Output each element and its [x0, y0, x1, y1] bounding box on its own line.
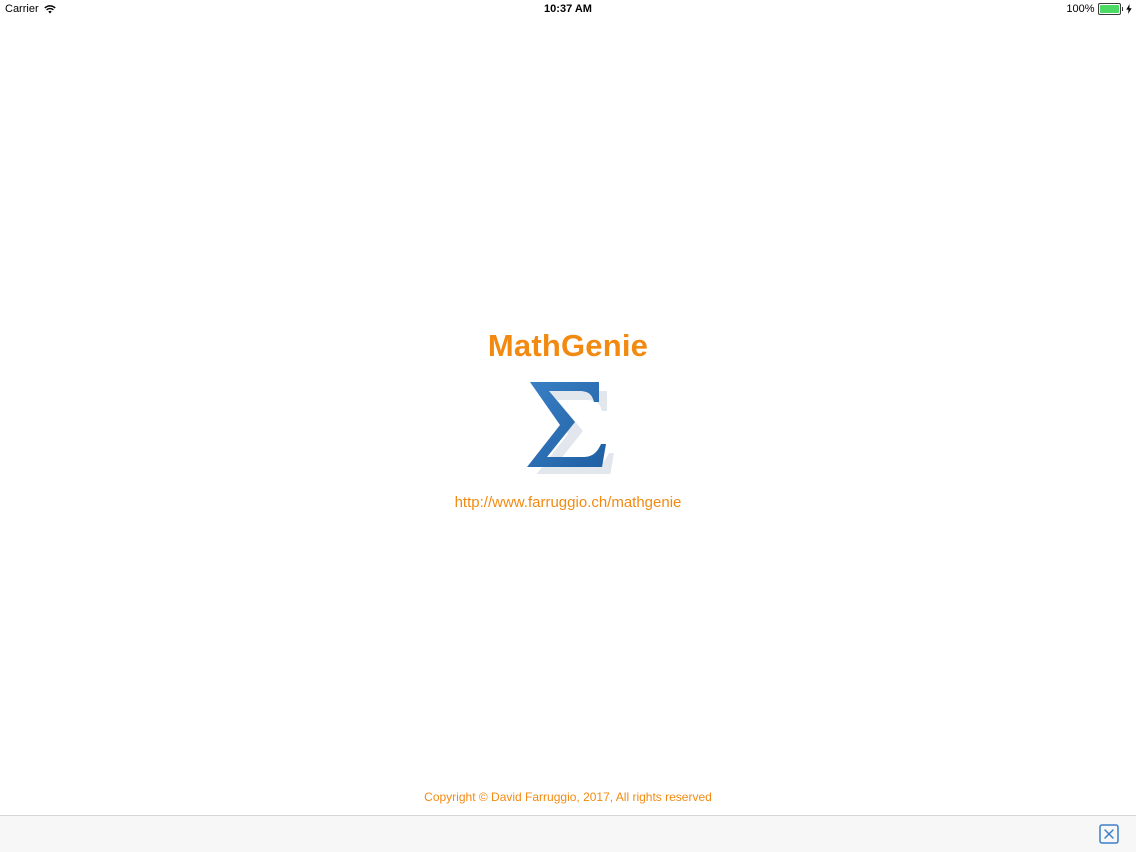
battery-cap	[1121, 7, 1123, 11]
bolt-icon	[1126, 4, 1132, 14]
close-icon[interactable]	[1099, 824, 1119, 844]
sigma-icon	[522, 374, 618, 476]
battery-fill	[1099, 5, 1119, 13]
copyright-text: Copyright © David Farruggio, 2017, All r…	[424, 790, 712, 804]
app-url-link[interactable]: http://www.farruggio.ch/mathgenie	[0, 494, 1136, 511]
status-bar: Carrier 10:37 AM 100%	[0, 0, 1136, 18]
status-right: 100%	[1066, 3, 1132, 15]
status-time: 10:37 AM	[544, 3, 592, 15]
battery-icon	[1097, 3, 1121, 15]
battery-percent: 100%	[1066, 3, 1095, 15]
bottom-banner	[0, 815, 1136, 852]
app-title: MathGenie	[487, 328, 649, 363]
